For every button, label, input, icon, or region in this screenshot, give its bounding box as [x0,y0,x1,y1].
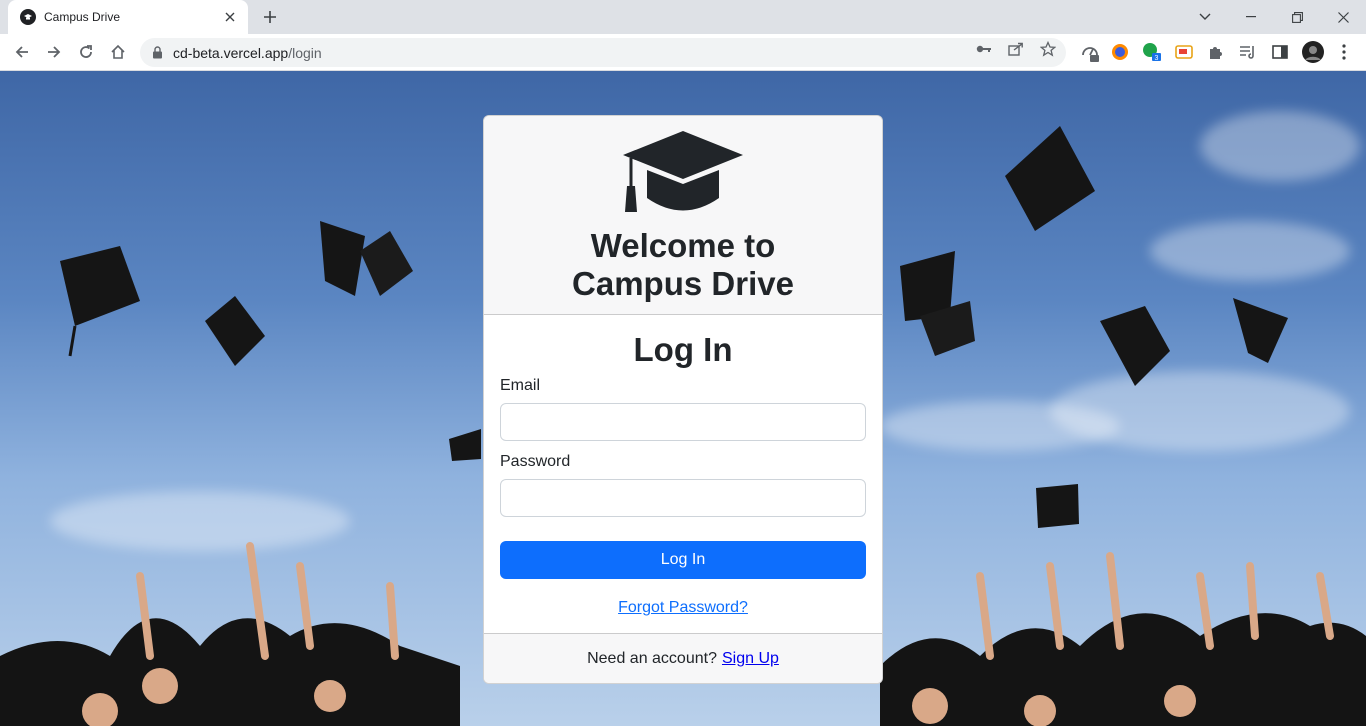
password-label: Password [500,453,571,470]
tab-title: Campus Drive [44,10,121,24]
reading-list-icon[interactable] [1238,42,1258,62]
key-icon[interactable] [975,40,993,58]
close-window-button[interactable] [1320,0,1366,34]
mortarboard-cap-icon [1100,306,1170,386]
speedometer-extension-icon[interactable] [1080,42,1100,62]
address-bar[interactable]: cd-beta.vercel.app/login [140,38,1066,67]
forgot-password-link[interactable]: Forgot Password? [618,599,748,616]
form-heading: Log In [633,331,733,368]
svg-text:3: 3 [1155,55,1159,62]
tab-close-icon[interactable] [222,9,238,25]
url-text: cd-beta.vercel.app/login [173,44,322,61]
card-footer: Need an account? Sign Up [484,633,882,683]
side-panel-icon[interactable] [1270,42,1290,62]
firefox-extension-icon[interactable] [1110,42,1130,62]
new-tab-button[interactable] [258,5,282,29]
email-field[interactable] [500,403,866,441]
minimize-window-button[interactable] [1228,0,1274,34]
chrome-menu-icon[interactable] [1334,42,1354,62]
login-form: Log In Email Password Log In Forgot Pass… [484,315,882,635]
mortarboard-cap-icon [449,429,481,461]
footer-text: Need an account? [587,649,717,667]
tab-search-chevron-down-icon[interactable] [1182,0,1228,34]
share-icon[interactable] [1007,40,1025,58]
mortarboard-cap-icon [1233,298,1288,363]
tab-strip: Campus Drive [0,0,1366,34]
browser-toolbar: cd-beta.vercel.app/login 3 [0,34,1366,71]
mortarboard-cap-icon [320,221,413,296]
page-viewport: Welcome to Campus Drive Log In Email Pas… [0,71,1366,726]
reload-icon[interactable] [72,38,100,66]
profile-avatar[interactable] [1302,41,1324,63]
cast-extension-icon[interactable] [1174,42,1194,62]
mortarboard-cap-icon [1036,484,1079,528]
email-label: Email [500,377,541,394]
puzzle-extensions-icon[interactable] [1206,42,1226,62]
home-icon[interactable] [104,38,132,66]
restore-window-button[interactable] [1274,0,1320,34]
chat-extension-icon[interactable]: 3 [1142,42,1162,62]
brand-title: Welcome to Campus Drive [572,227,794,302]
forward-arrow-icon[interactable] [40,38,68,66]
graduation-cap-favicon-icon [20,9,36,25]
signup-link[interactable]: Sign Up [722,650,779,668]
card-header: Welcome to Campus Drive [484,116,882,315]
graduation-cap-icon [623,131,743,212]
mortarboard-cap-icon [205,296,265,366]
tab-campus-drive[interactable]: Campus Drive [8,0,248,34]
login-button[interactable]: Log In [500,541,866,579]
back-arrow-icon[interactable] [8,38,36,66]
lock-icon[interactable] [152,46,163,59]
mortarboard-cap-icon [60,246,140,357]
mortarboard-cap-icon [1005,126,1095,231]
login-card: Welcome to Campus Drive Log In Email Pas… [483,115,883,684]
password-field[interactable] [500,479,866,517]
mortarboard-cap-icon [900,251,975,356]
bookmark-star-icon[interactable] [1039,40,1057,58]
